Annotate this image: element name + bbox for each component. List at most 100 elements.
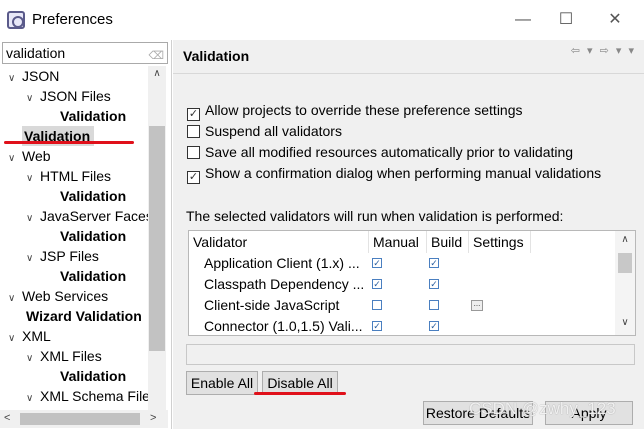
table-row[interactable]: Client-side JavaScript...: [189, 295, 614, 316]
tree-item[interactable]: Validation: [60, 366, 126, 386]
tree-item-label: Validation: [60, 268, 127, 284]
validator-description-box: [186, 344, 635, 365]
tree-item[interactable]: ∨ JavaServer Faces: [26, 206, 148, 226]
tree-item-label: JavaServer Faces: [40, 208, 148, 224]
table-row[interactable]: Connector (1.0,1.5) Vali... ✓ ✓: [189, 316, 614, 335]
manual-checkbox[interactable]: ✓: [372, 279, 382, 289]
tree-vertical-scrollbar[interactable]: ∧: [148, 66, 166, 410]
settings-button[interactable]: ...: [471, 300, 483, 311]
option-label: Show a confirmation dialog when performi…: [205, 165, 602, 181]
filter-input[interactable]: validation ⌫: [2, 42, 168, 64]
tree-item-label: XML Schema Files: [40, 388, 148, 404]
scroll-left-icon[interactable]: <: [4, 412, 10, 424]
chevron-down-icon[interactable]: ∨: [8, 69, 22, 89]
tree-item-label: JSON: [22, 68, 60, 84]
build-checkbox[interactable]: ✓: [429, 258, 439, 268]
manual-checkbox[interactable]: [372, 300, 382, 310]
navigation-arrows[interactable]: ⇦ ▾ ⇨ ▾ ▾: [571, 44, 636, 57]
tree-item[interactable]: Validation: [60, 226, 126, 246]
column-header-validator[interactable]: Validator: [189, 231, 369, 253]
checkbox-checked-icon[interactable]: ✓: [187, 108, 200, 121]
option-label: Save all modified resources automaticall…: [205, 144, 574, 160]
tree-item[interactable]: ∨ JSP Files: [26, 246, 99, 266]
scroll-up-icon[interactable]: ∧: [615, 234, 635, 245]
tree-item[interactable]: ∨ XML: [8, 326, 51, 346]
preferences-tree-pane: validation ⌫ ∨ JSON ∨ JSON Files Validation V…: [0, 40, 172, 429]
option-checkbox[interactable]: Save all modified resources automaticall…: [187, 142, 573, 162]
page-header: Validation ⇦ ▾ ⇨ ▾ ▾: [173, 40, 644, 74]
window-title: Preferences: [32, 11, 113, 28]
option-checkbox[interactable]: ✓ Allow projects to override these prefer…: [187, 100, 523, 121]
title-bar: Preferences — ☐ ✕: [0, 0, 644, 40]
preferences-app-icon: [7, 11, 25, 29]
chevron-down-icon[interactable]: ∨: [26, 249, 40, 269]
tree-item-label: HTML Files: [40, 168, 112, 184]
chevron-down-icon[interactable]: ∨: [26, 389, 40, 409]
validator-name: Application Client (1.x) ...: [204, 255, 360, 271]
scroll-thumb[interactable]: [149, 126, 165, 351]
close-button[interactable]: ✕: [600, 8, 630, 32]
tree-item-label: Web: [22, 148, 51, 164]
tree-horizontal-scrollbar[interactable]: < >: [0, 410, 168, 428]
chevron-down-icon[interactable]: ∨: [8, 149, 22, 169]
tree-item[interactable]: ∨ JSON Files: [26, 86, 111, 106]
scroll-down-icon[interactable]: ∨: [615, 317, 635, 328]
table-row[interactable]: Classpath Dependency ... ✓ ✓: [189, 274, 614, 295]
tree-item[interactable]: Validation: [60, 106, 126, 126]
tree-item-label: Validation: [60, 368, 127, 384]
chevron-down-icon[interactable]: ∨: [8, 329, 22, 349]
tree-item-label: Validation: [60, 108, 127, 124]
minimize-button[interactable]: —: [508, 8, 538, 32]
tree-item[interactable]: Wizard Validation: [26, 306, 142, 326]
build-checkbox[interactable]: ✓: [429, 279, 439, 289]
tree-item-label: Validation: [60, 228, 127, 244]
chevron-down-icon[interactable]: ∨: [26, 89, 40, 109]
horizontal-scroll-thumb[interactable]: [20, 413, 140, 425]
column-header-settings[interactable]: Settings: [469, 231, 531, 253]
manual-checkbox[interactable]: ✓: [372, 258, 382, 268]
chevron-down-icon[interactable]: ∨: [8, 289, 22, 309]
scroll-right-icon[interactable]: >: [150, 412, 156, 424]
column-header-build[interactable]: Build: [427, 231, 469, 253]
tree-item[interactable]: ∨ Web: [8, 146, 51, 166]
tree-item-label: Validation: [60, 188, 127, 204]
validator-name: Client-side JavaScript: [204, 297, 340, 313]
tree-item-label: Web Services: [22, 288, 109, 304]
watermark: CSDN @zwhy_123: [469, 399, 616, 418]
chevron-down-icon[interactable]: ∨: [26, 209, 40, 229]
table-scroll-thumb[interactable]: [618, 253, 632, 273]
column-header-manual[interactable]: Manual: [369, 231, 427, 253]
clear-filter-icon[interactable]: ⌫: [148, 46, 164, 66]
tree-item[interactable]: ∨ XML Files: [26, 346, 102, 366]
tree-item-label: JSP Files: [40, 248, 99, 264]
option-checkbox[interactable]: Suspend all validators: [187, 121, 342, 141]
validator-name: Classpath Dependency ...: [204, 276, 365, 292]
validators-table: Validator Manual Build Settings Applicat…: [188, 230, 636, 336]
option-checkbox[interactable]: ✓ Show a confirmation dialog when perform…: [187, 163, 602, 184]
preferences-tree: ∨ JSON ∨ JSON Files Validation Validation ∨ Web…: [0, 66, 148, 410]
checkbox-unchecked-icon[interactable]: [187, 125, 200, 138]
checkbox-checked-icon[interactable]: ✓: [187, 171, 200, 184]
tree-item[interactable]: ∨ XML Schema Files: [26, 386, 148, 406]
tree-item[interactable]: ∨ HTML Files: [26, 166, 111, 186]
table-vertical-scrollbar[interactable]: ∧ ∨: [615, 231, 635, 335]
checkbox-unchecked-icon[interactable]: [187, 146, 200, 159]
page-title: Validation: [183, 48, 250, 64]
table-row[interactable]: Application Client (1.x) ... ✓ ✓: [189, 253, 614, 274]
validation-page: Validation ⇦ ▾ ⇨ ▾ ▾ ✓ Allow projects to …: [173, 40, 644, 429]
chevron-down-icon[interactable]: ∨: [26, 349, 40, 369]
build-checkbox[interactable]: ✓: [429, 321, 439, 331]
tree-item-label: XML: [22, 328, 51, 344]
scroll-up-icon[interactable]: ∧: [148, 68, 166, 82]
option-label: Allow projects to override these prefere…: [205, 102, 523, 118]
tree-item[interactable]: Validation: [60, 266, 126, 286]
filter-value: validation: [6, 45, 66, 61]
enable-all-button[interactable]: Enable All: [186, 371, 258, 395]
build-checkbox[interactable]: [429, 300, 439, 310]
manual-checkbox[interactable]: ✓: [372, 321, 382, 331]
tree-item[interactable]: Validation: [60, 186, 126, 206]
chevron-down-icon[interactable]: ∨: [26, 169, 40, 189]
maximize-button[interactable]: ☐: [551, 8, 581, 32]
tree-item[interactable]: ∨ JSON: [8, 66, 59, 86]
tree-item[interactable]: ∨ Web Services: [8, 286, 108, 306]
